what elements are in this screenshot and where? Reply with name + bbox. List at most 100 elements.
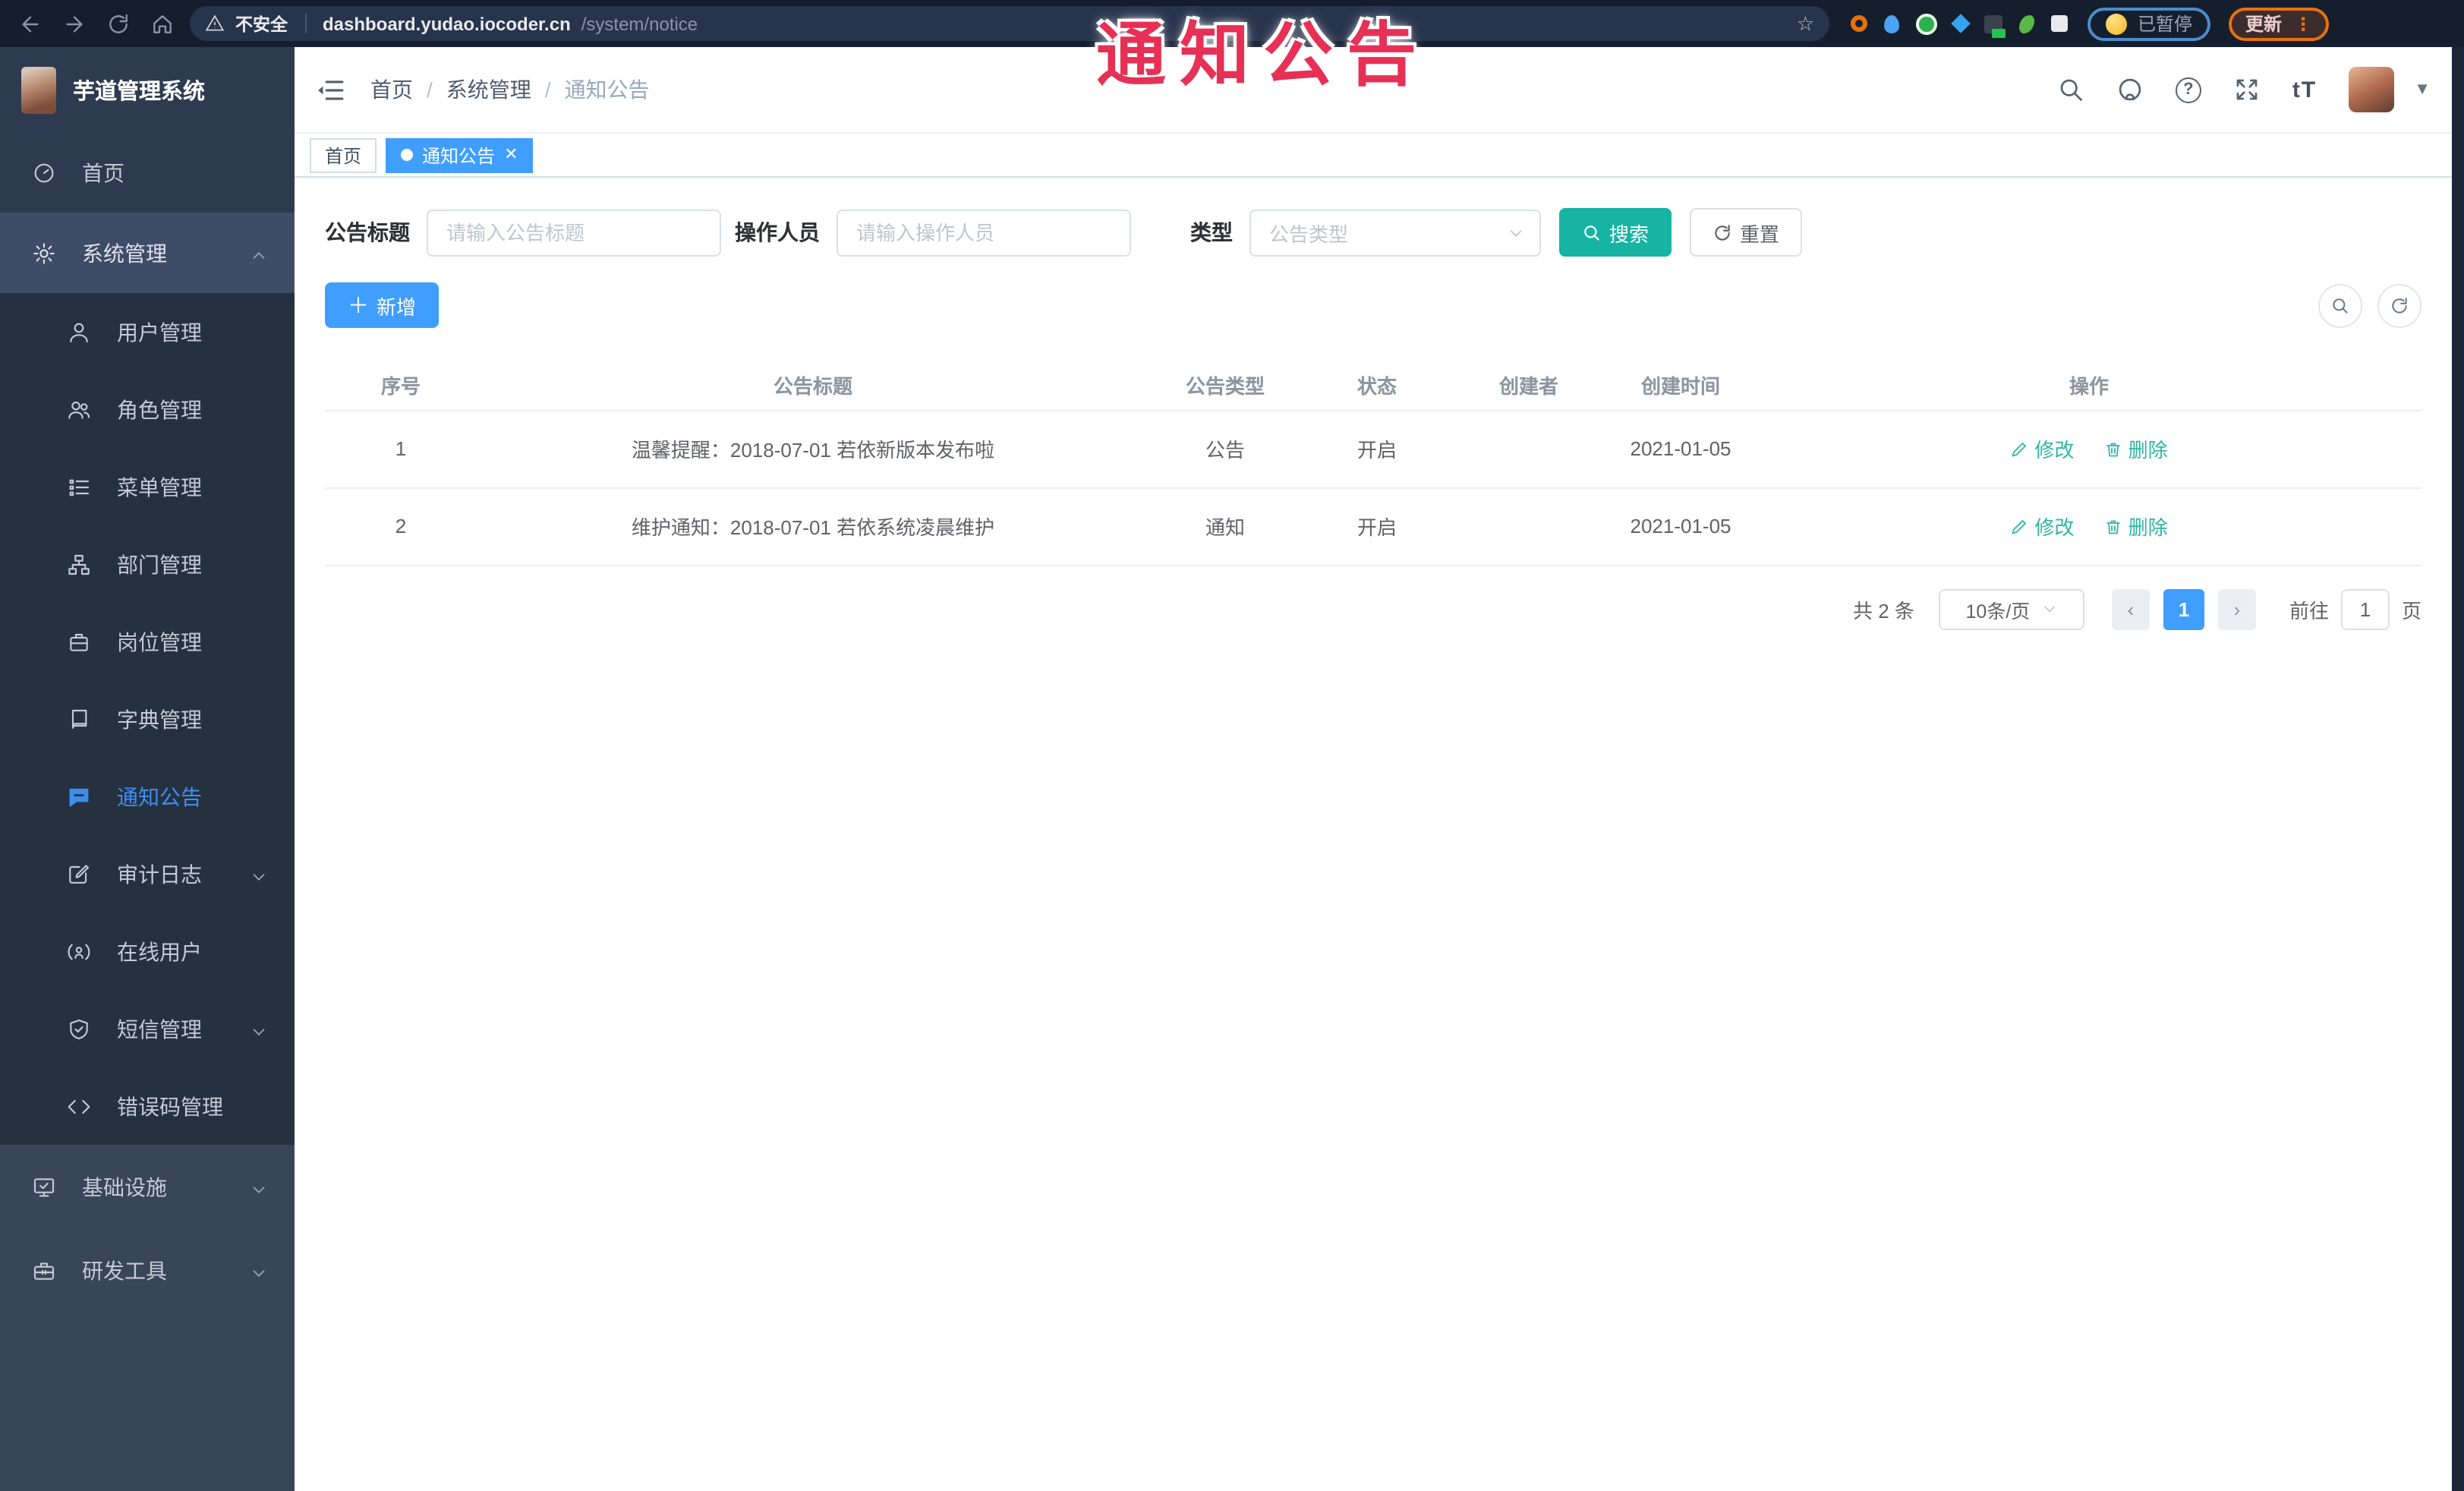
briefcase-icon (67, 629, 91, 654)
home-icon[interactable] (150, 11, 175, 36)
sidebar-submenu: 用户管理 角色管理 菜单管理 部门管理 岗位管理 字典管理 通知公告 审计日志 … (0, 293, 295, 1145)
url-path: /system/notice (581, 13, 698, 34)
reload-icon[interactable] (106, 11, 131, 36)
edit-link[interactable]: 修改 (2010, 434, 2074, 463)
github-icon[interactable] (2116, 76, 2144, 103)
extension-ring-icon[interactable] (1851, 15, 1867, 32)
security-label: 不安全 (235, 16, 288, 34)
tab-notice[interactable]: 通知公告 ✕ (386, 137, 534, 172)
extensions-puzzle-icon[interactable] (2051, 15, 2068, 32)
breadcrumb-current: 通知公告 (564, 77, 650, 102)
notice-table: 序号 公告标题 公告类型 状态 创建者 创建时间 操作 1 温馨提醒：2018- (325, 360, 2421, 566)
sidebar-item-sms[interactable]: 短信管理 (0, 990, 295, 1067)
sidebar-item-departments[interactable]: 部门管理 (0, 525, 295, 603)
update-label: 更新 (2245, 14, 2283, 35)
page-size-select[interactable]: 10条/页 (1938, 588, 2084, 629)
sidebar-logo[interactable]: 芋道管理系统 (0, 47, 295, 132)
select-chevron-icon (1510, 229, 1522, 236)
breadcrumb-separator: / (544, 77, 551, 102)
help-icon[interactable]: ? (2175, 77, 2201, 102)
breadcrumb: 首页 / 系统管理 / 通知公告 (370, 74, 650, 105)
sidebar-item-posts[interactable]: 岗位管理 (0, 603, 295, 680)
add-button[interactable]: ＋ 新增 (325, 282, 440, 328)
fullscreen-icon[interactable] (2233, 76, 2261, 103)
browser-scrollbar[interactable] (2452, 47, 2464, 1491)
col-actions: 操作 (1757, 360, 2421, 411)
browser-update-button[interactable]: 更新 ⋮ (2229, 7, 2330, 40)
extension-drop-icon[interactable] (1884, 14, 1899, 33)
user-avatar[interactable] (2349, 67, 2395, 112)
search-icon[interactable] (2057, 76, 2084, 103)
forward-icon[interactable] (62, 11, 87, 36)
search-button[interactable]: 搜索 (1559, 208, 1672, 257)
goto-label: 前往 (2289, 599, 2329, 622)
address-separator (304, 14, 306, 33)
sidebar-bottom-section: 基础设施 研发工具 (0, 1145, 295, 1491)
sidebar-item-dev-tools[interactable]: 研发工具 (0, 1228, 295, 1312)
sidebar: 芋道管理系统 首页 系统管理 用户管理 角色管理 菜单管理 部门管理 岗位管理 … (0, 47, 295, 1491)
extension-green-icon[interactable] (1916, 13, 1937, 34)
notice-type-select[interactable]: 公告类型 (1249, 209, 1541, 256)
col-created: 创建时间 (1605, 360, 1757, 411)
goto-page-input[interactable] (2340, 588, 2390, 629)
screenshot-stage: 不安全 dashboard.yudao.iocoder.cn/system/no… (0, 0, 2464, 1491)
sidebar-item-online-users[interactable]: 在线用户 (0, 913, 295, 990)
refresh-table-button[interactable] (2377, 283, 2421, 327)
sidebar-item-users[interactable]: 用户管理 (0, 293, 295, 370)
sidebar-item-audit-log[interactable]: 审计日志 (0, 835, 295, 913)
filter-title-label: 公告标题 (325, 220, 410, 244)
reset-button[interactable]: 重置 (1690, 208, 1803, 257)
sidebar-item-home[interactable]: 首页 (0, 132, 295, 213)
extension-leaf-icon[interactable] (2019, 14, 2034, 33)
sidebar-item-system[interactable]: 系统管理 (0, 213, 295, 293)
breadcrumb-home[interactable]: 首页 (370, 74, 413, 105)
browser-extensions (1851, 13, 2068, 37)
tab-home[interactable]: 首页 (310, 137, 377, 172)
annotation-overlay: 通知公告 (1096, 15, 1430, 94)
page-content: 公告标题 操作人员 类型 公告类型 搜索 (295, 178, 2452, 1491)
sidebar-item-roles[interactable]: 角色管理 (0, 370, 295, 448)
refresh-icon (1715, 224, 1730, 240)
dashboard-icon (32, 160, 56, 184)
paused-label: 已暂停 (2138, 14, 2193, 35)
current-page[interactable]: 1 (2163, 588, 2204, 629)
refresh-icon (2392, 297, 2407, 313)
pagination-total: 共 2 条 (1853, 599, 1914, 622)
delete-link[interactable]: 删除 (2104, 434, 2168, 463)
col-type: 公告类型 (1149, 360, 1301, 411)
extension-diamond-icon[interactable] (1951, 14, 1971, 33)
sidebar-item-error-codes[interactable]: 错误码管理 (0, 1067, 295, 1145)
plus-icon: ＋ (348, 293, 369, 317)
sidebar-item-dict[interactable]: 字典管理 (0, 680, 295, 758)
sidebar-item-menus[interactable]: 菜单管理 (0, 448, 295, 525)
col-status: 状态 (1301, 360, 1453, 411)
sidebar-item-notice[interactable]: 通知公告 (0, 758, 295, 835)
col-no: 序号 (325, 360, 477, 411)
filter-form: 公告标题 操作人员 类型 公告类型 搜索 (325, 208, 2421, 257)
avatar-caret-icon[interactable]: ▼ (2414, 80, 2431, 99)
bookmark-star-icon[interactable]: ☆ (1797, 11, 1814, 36)
chevron-down-icon (250, 865, 267, 882)
sidebar-item-infrastructure[interactable]: 基础设施 (0, 1145, 295, 1228)
delete-link[interactable]: 删除 (2104, 512, 2168, 541)
tab-close-icon[interactable]: ✕ (504, 146, 518, 163)
next-page-button[interactable]: › (2217, 588, 2256, 629)
list-icon (67, 474, 91, 499)
kebab-menu-icon[interactable]: ⋮ (2294, 14, 2312, 33)
font-size-icon[interactable]: tT (2292, 77, 2317, 102)
back-icon[interactable] (18, 11, 43, 36)
notice-title-input[interactable] (427, 209, 721, 256)
prev-page-button[interactable]: ‹ (2111, 588, 2150, 629)
extension-switch-icon[interactable] (1984, 14, 2006, 37)
operator-input[interactable] (837, 209, 1131, 256)
sidebar-collapse-icon[interactable] (316, 75, 345, 104)
filter-operator-label: 操作人员 (735, 220, 820, 244)
edit-link[interactable]: 修改 (2010, 512, 2074, 541)
toggle-search-button[interactable] (2318, 283, 2362, 327)
breadcrumb-system[interactable]: 系统管理 (446, 74, 531, 105)
address-bar[interactable]: 不安全 dashboard.yudao.iocoder.cn/system/no… (190, 6, 1829, 41)
gear-icon (32, 241, 56, 265)
search-icon (1584, 225, 1599, 240)
paused-badge[interactable]: 已暂停 (2087, 7, 2211, 40)
chevron-down-icon (250, 1262, 267, 1278)
